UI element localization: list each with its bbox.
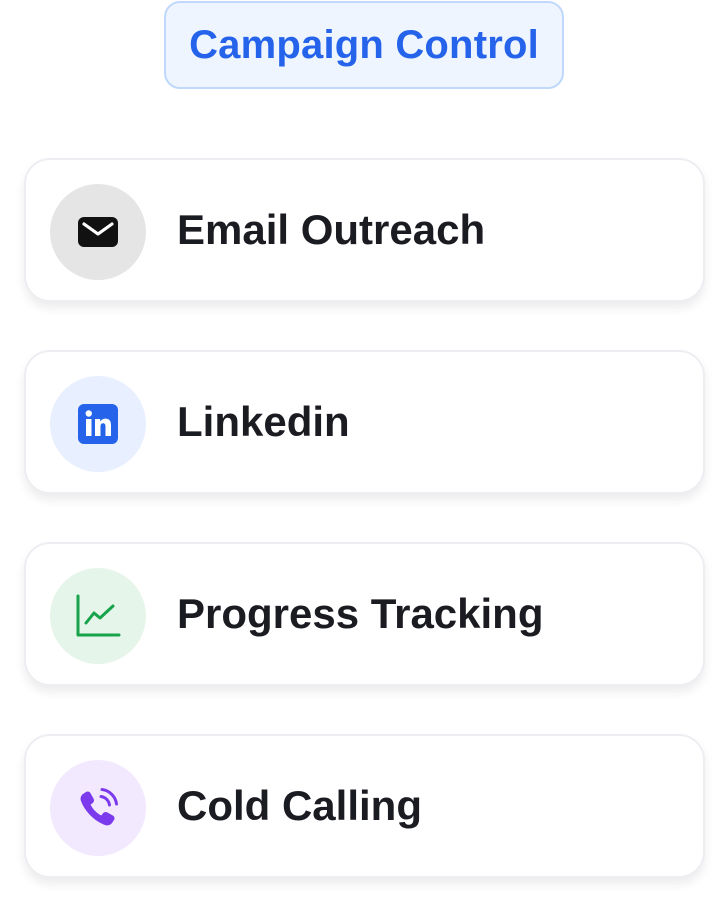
menu-item-email-outreach[interactable]: Email Outreach xyxy=(24,158,705,302)
phone-icon-badge xyxy=(50,760,146,856)
email-icon-badge xyxy=(50,184,146,280)
menu-item-progress-tracking[interactable]: Progress Tracking xyxy=(24,542,705,686)
linkedin-icon-badge xyxy=(50,376,146,472)
phone-call-icon xyxy=(77,787,119,829)
campaign-control-header: Campaign Control xyxy=(164,1,564,89)
line-chart-icon xyxy=(75,594,121,638)
menu-item-linkedin[interactable]: Linkedin xyxy=(24,350,705,494)
menu-item-label: Progress Tracking xyxy=(177,590,544,637)
menu-item-label: Linkedin xyxy=(177,398,350,445)
menu-item-cold-calling[interactable]: Cold Calling xyxy=(24,734,705,878)
progress-icon-badge xyxy=(50,568,146,664)
envelope-icon xyxy=(77,216,119,248)
menu-item-label: Cold Calling xyxy=(177,782,422,829)
page-title: Campaign Control xyxy=(189,22,539,67)
menu-item-label: Email Outreach xyxy=(177,206,486,253)
linkedin-icon xyxy=(78,404,118,444)
